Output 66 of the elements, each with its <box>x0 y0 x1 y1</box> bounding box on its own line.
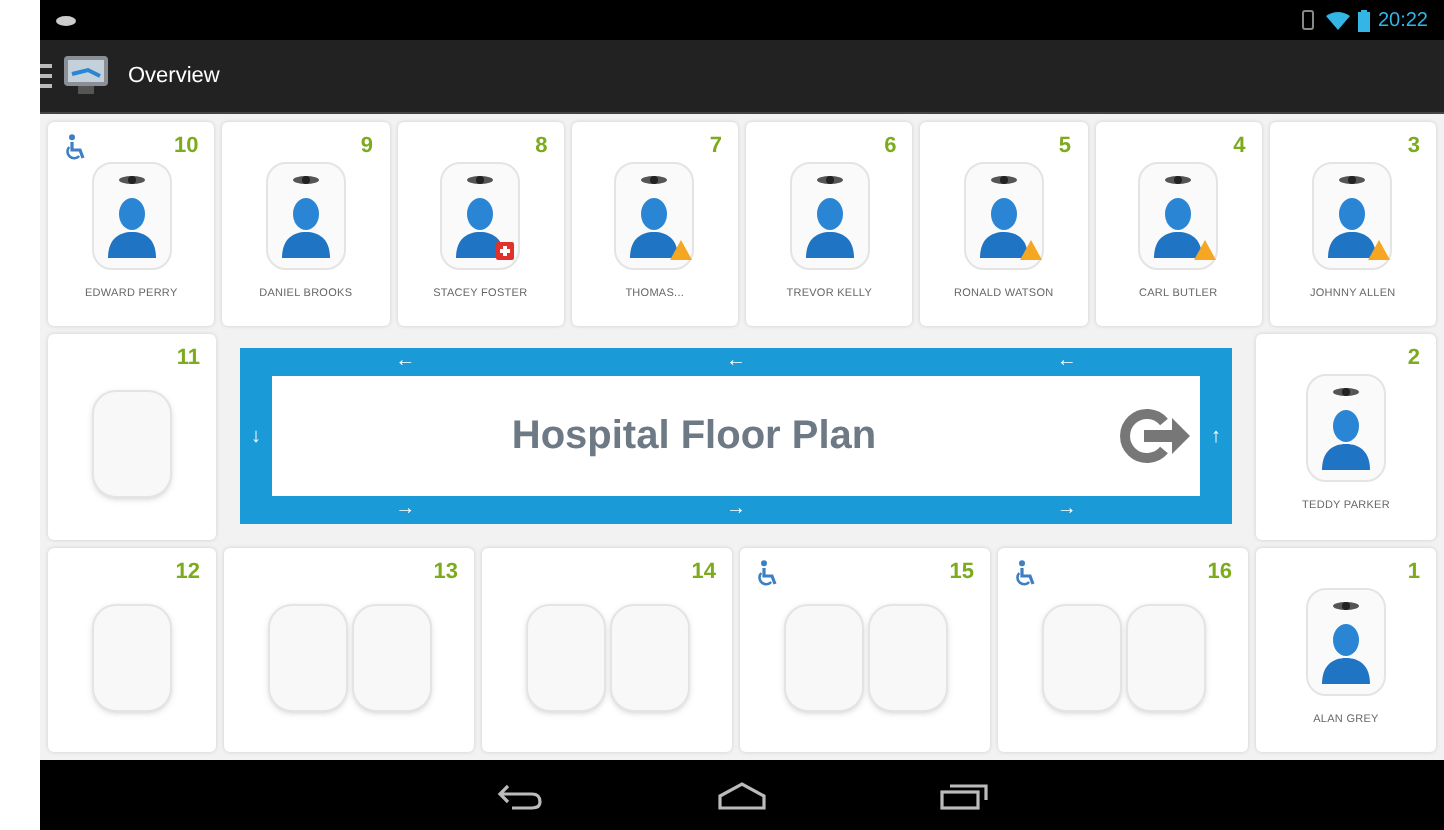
patient-icon <box>1320 408 1372 473</box>
patient-bed[interactable] <box>1306 587 1386 696</box>
patient-bed[interactable] <box>265 162 346 271</box>
room-number: 16 <box>1207 557 1232 588</box>
eye-icon <box>1332 597 1360 614</box>
room-number: 10 <box>174 132 199 162</box>
patient-icon <box>977 196 1030 261</box>
patient-bed[interactable] <box>440 162 521 271</box>
screen-title: Overview <box>128 61 220 92</box>
patient-bed[interactable] <box>789 162 870 271</box>
room-number: 2 <box>1407 344 1420 375</box>
eye-icon <box>1332 384 1360 401</box>
patient-icon <box>803 196 856 261</box>
floor-plan-title: Hospital Floor Plan <box>509 412 879 463</box>
eye-icon <box>1338 172 1367 189</box>
floor-plan-banner[interactable]: ← ← ← ↓ Hospital Floor Plan ↑ → → → <box>240 348 1232 525</box>
patient-bed[interactable] <box>963 162 1044 271</box>
room-number: 1 <box>1407 557 1420 588</box>
room-number: 14 <box>691 557 716 588</box>
right-arrow: → <box>1056 496 1077 525</box>
phone-icon <box>1301 10 1314 30</box>
room-number: 6 <box>884 132 897 162</box>
room-number: 7 <box>709 132 722 162</box>
cloud-icon <box>56 14 76 26</box>
room-number: 8 <box>535 132 548 162</box>
eye-icon <box>117 172 146 189</box>
recents-icon[interactable] <box>940 781 988 809</box>
patient-bed[interactable] <box>1138 162 1219 271</box>
room-number: 5 <box>1058 132 1071 162</box>
room-number: 11 <box>176 344 200 375</box>
eye-icon <box>291 172 320 189</box>
patient-bed[interactable] <box>1312 162 1393 271</box>
left-arrow: ← <box>725 348 746 377</box>
room-number: 4 <box>1233 132 1246 162</box>
up-arrow: ↑ <box>1209 423 1223 452</box>
eye-icon <box>815 172 844 189</box>
left-arrow: ← <box>1056 348 1077 377</box>
patient-bed[interactable] <box>1306 374 1386 483</box>
patient-icon <box>628 196 681 261</box>
menu-icon[interactable] <box>40 62 52 90</box>
home-icon[interactable] <box>716 781 768 809</box>
patient-icon <box>279 196 332 261</box>
room-number: 15 <box>949 557 974 588</box>
eye-icon <box>989 172 1018 189</box>
battery-icon <box>1357 9 1370 31</box>
eye-icon <box>1164 172 1193 189</box>
patient-icon <box>105 196 158 261</box>
clock-time: 20:22 <box>1377 7 1428 35</box>
right-arrow: → <box>395 496 416 525</box>
patient-bed[interactable] <box>91 162 172 271</box>
patient-icon <box>1326 196 1379 261</box>
room-number: 13 <box>433 557 458 588</box>
patient-bed[interactable] <box>614 162 695 271</box>
eye-icon <box>640 172 669 189</box>
exit-icon[interactable] <box>1116 406 1192 467</box>
patient-icon <box>1320 621 1372 686</box>
down-arrow: ↓ <box>249 423 263 452</box>
wifi-icon <box>1325 11 1350 29</box>
eye-icon <box>466 172 495 189</box>
back-icon[interactable] <box>496 781 544 809</box>
right-arrow: → <box>725 496 746 525</box>
room-number: 3 <box>1407 132 1420 162</box>
patient-icon <box>1152 196 1205 261</box>
room-number: 9 <box>360 132 373 162</box>
left-arrow: ← <box>395 348 416 377</box>
room-number: 12 <box>175 557 200 588</box>
